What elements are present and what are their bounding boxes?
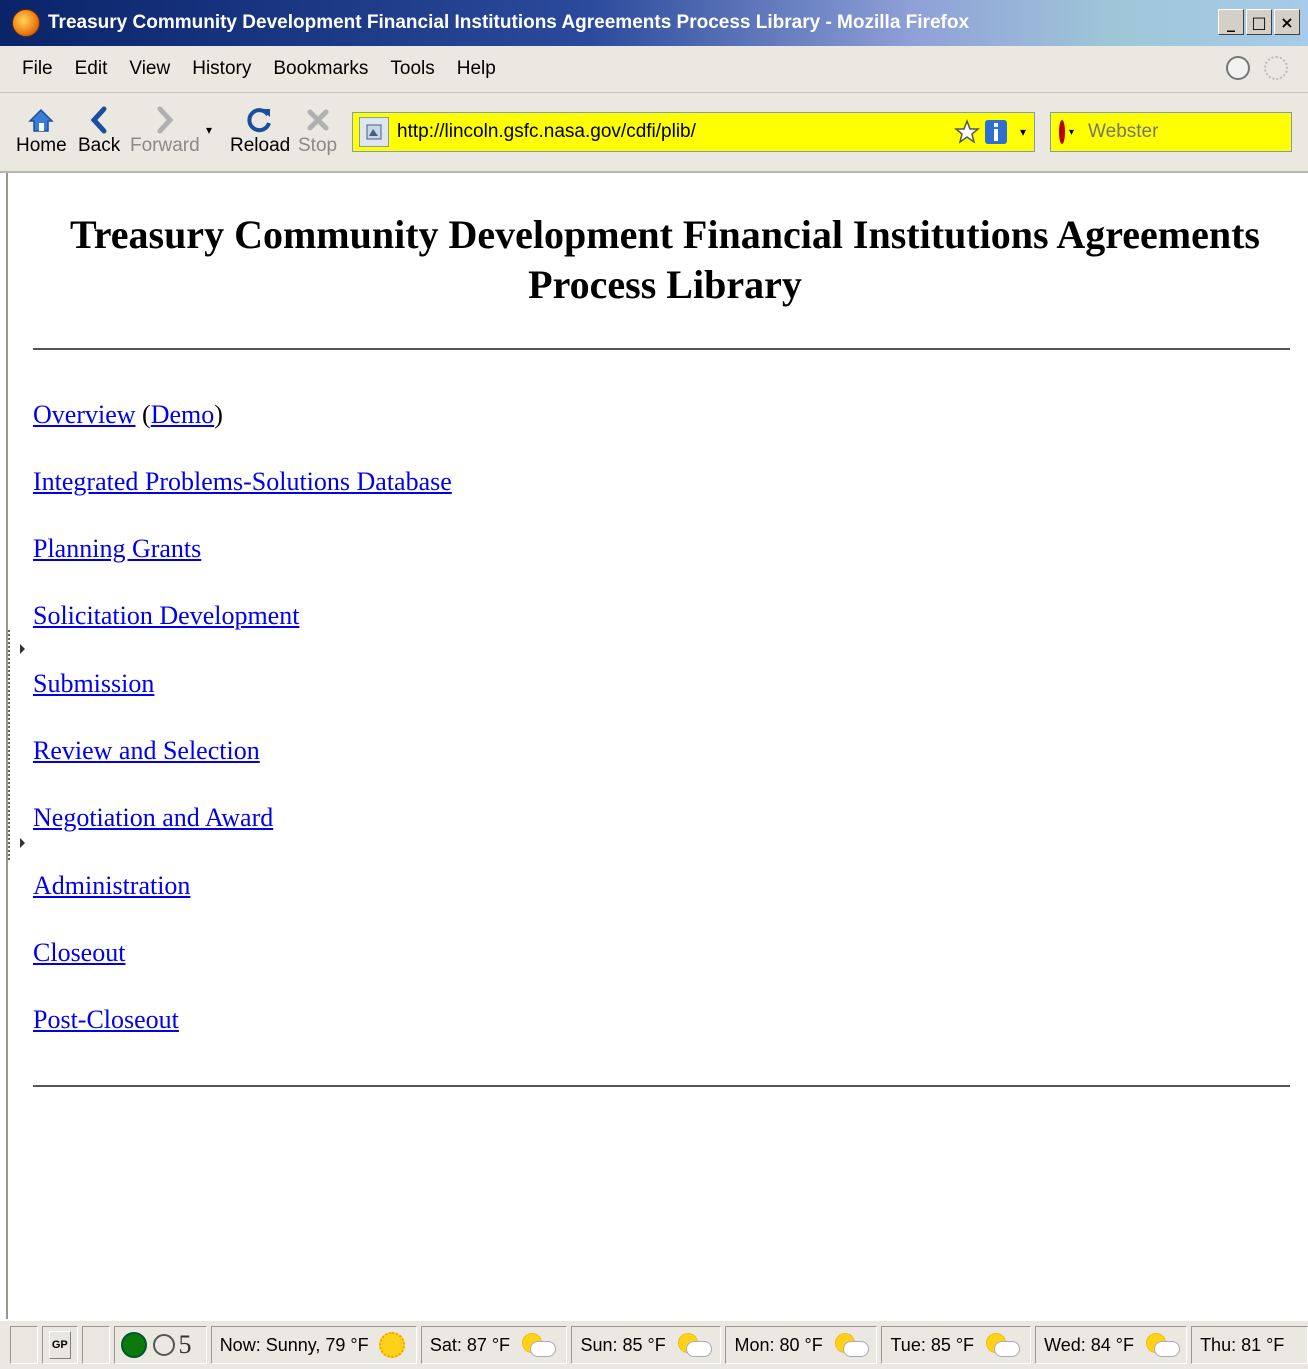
splitter-arrow-icon bbox=[20, 838, 25, 848]
search-input[interactable] bbox=[1088, 121, 1308, 143]
link-overview[interactable]: Overview bbox=[33, 400, 136, 429]
menu-bookmarks[interactable]: Bookmarks bbox=[273, 58, 368, 80]
partly-cloudy-icon bbox=[676, 1333, 712, 1357]
link-solicitation-development[interactable]: Solicitation Development bbox=[33, 601, 299, 631]
weather-now-label: Now: Sunny, 79 °F bbox=[219, 1334, 369, 1355]
history-dropdown-arrow[interactable]: ▾ bbox=[206, 123, 212, 137]
weather-mon[interactable]: Mon: 80 °F bbox=[725, 1326, 878, 1364]
weather-sat[interactable]: Sat: 87 °F bbox=[420, 1326, 568, 1364]
divider bbox=[33, 348, 1290, 350]
status-text-cell bbox=[10, 1326, 38, 1364]
home-icon bbox=[28, 108, 55, 132]
back-arrow-icon bbox=[90, 106, 107, 134]
sidebar-splitter[interactable] bbox=[8, 630, 25, 860]
forward-arrow-icon bbox=[157, 106, 174, 134]
back-button[interactable]: Back bbox=[78, 105, 120, 157]
menu-view[interactable]: View bbox=[129, 58, 170, 80]
back-label: Back bbox=[78, 135, 121, 156]
forward-button[interactable]: Forward bbox=[130, 105, 200, 157]
url-dropdown-arrow[interactable]: ▾ bbox=[1020, 125, 1026, 139]
menu-file[interactable]: File bbox=[22, 58, 53, 80]
weather-thu-label: Thu: 81 °F bbox=[1200, 1334, 1285, 1355]
weather-thu[interactable]: Thu: 81 °F bbox=[1191, 1326, 1308, 1364]
reload-label: Reload bbox=[230, 135, 291, 156]
site-favicon-icon[interactable] bbox=[359, 117, 389, 147]
menu-right-icons bbox=[1226, 56, 1288, 80]
minimize-button[interactable]: _ bbox=[1218, 9, 1244, 35]
weather-sat-label: Sat: 87 °F bbox=[429, 1334, 511, 1355]
clock-icon[interactable] bbox=[152, 1334, 175, 1356]
home-label: Home bbox=[16, 135, 67, 156]
weather-now[interactable]: Now: Sunny, 79 °F bbox=[210, 1326, 417, 1364]
link-planning-grants[interactable]: Planning Grants bbox=[33, 534, 201, 564]
window-titlebar: Treasury Community Development Financial… bbox=[0, 0, 1308, 46]
bookmark-star-icon[interactable] bbox=[953, 119, 980, 145]
stop-label: Stop bbox=[298, 135, 338, 156]
firefox-icon bbox=[12, 9, 40, 37]
info-icon[interactable] bbox=[984, 119, 1008, 145]
stop-icon bbox=[307, 109, 329, 131]
stop-button[interactable]: Stop bbox=[298, 105, 337, 157]
page-title: Treasury Community Development Financial… bbox=[70, 212, 1260, 307]
menu-history[interactable]: History bbox=[192, 58, 251, 80]
url-bar[interactable]: http://lincoln.gsfc.nasa.gov/cdfi/plib/ … bbox=[352, 112, 1035, 152]
forward-label: Forward bbox=[130, 135, 200, 156]
link-review-and-selection[interactable]: Review and Selection bbox=[33, 736, 260, 766]
weather-wed-label: Wed: 84 °F bbox=[1044, 1334, 1134, 1355]
link-negotiation-and-award[interactable]: Negotiation and Award bbox=[33, 803, 273, 833]
partly-cloudy-icon bbox=[833, 1333, 869, 1357]
link-closeout[interactable]: Closeout bbox=[33, 938, 125, 968]
addon-cell: 5 bbox=[113, 1326, 207, 1364]
search-bar[interactable]: ▾ bbox=[1050, 112, 1308, 152]
link-post-closeout[interactable]: Post-Closeout bbox=[33, 1005, 179, 1035]
url-bar-icons: ▾ bbox=[953, 119, 1026, 145]
partly-cloudy-icon bbox=[1144, 1333, 1180, 1357]
link-demo[interactable]: Demo bbox=[151, 400, 215, 429]
link-submission[interactable]: Submission bbox=[33, 669, 154, 699]
link-administration[interactable]: Administration bbox=[33, 871, 190, 901]
weather-tue[interactable]: Tue: 85 °F bbox=[881, 1326, 1032, 1364]
close-button[interactable]: × bbox=[1274, 9, 1300, 35]
weather-sun-label: Sun: 85 °F bbox=[580, 1334, 666, 1355]
window-controls: _ □ × bbox=[1218, 9, 1300, 35]
reload-button[interactable]: Reload bbox=[230, 105, 290, 157]
menu-edit[interactable]: Edit bbox=[75, 58, 108, 80]
count-badge: 5 bbox=[178, 1330, 192, 1359]
url-text[interactable]: http://lincoln.gsfc.nasa.gov/cdfi/plib/ bbox=[397, 121, 954, 143]
weather-wed[interactable]: Wed: 84 °F bbox=[1035, 1326, 1188, 1364]
menu-tools[interactable]: Tools bbox=[390, 58, 434, 80]
search-engine-dropdown-arrow[interactable]: ▾ bbox=[1069, 127, 1074, 138]
gp-cell: GP bbox=[41, 1326, 78, 1364]
weather-mon-label: Mon: 80 °F bbox=[734, 1334, 823, 1355]
paren-close: ) bbox=[214, 400, 223, 429]
status-globe-icon[interactable] bbox=[1226, 56, 1250, 80]
reload-icon bbox=[247, 108, 272, 133]
gp-button[interactable]: GP bbox=[48, 1331, 71, 1359]
menu-bar: File Edit View History Bookmarks Tools H… bbox=[0, 46, 1308, 93]
splitter-arrow-icon bbox=[20, 644, 25, 654]
weather-tue-label: Tue: 85 °F bbox=[890, 1334, 975, 1355]
window-title: Treasury Community Development Financial… bbox=[48, 12, 970, 33]
partly-cloudy-icon bbox=[984, 1333, 1021, 1357]
weather-sun[interactable]: Sun: 85 °F bbox=[571, 1326, 722, 1364]
throbber-icon bbox=[1264, 56, 1288, 80]
page-icon bbox=[366, 124, 382, 140]
maximize-button[interactable]: □ bbox=[1246, 9, 1272, 35]
paren-open: ( bbox=[142, 400, 151, 429]
overview-line: Overview (Demo) bbox=[33, 400, 223, 430]
green-status-icon[interactable] bbox=[120, 1332, 147, 1358]
divider bbox=[33, 1085, 1290, 1087]
blank-cell bbox=[81, 1326, 110, 1364]
menu-help[interactable]: Help bbox=[457, 58, 496, 80]
search-engine-icon[interactable] bbox=[1059, 120, 1065, 144]
sun-icon bbox=[378, 1332, 405, 1358]
status-bar: GP 5 Now: Sunny, 79 °F Sat: 87 °F Sun: 8… bbox=[0, 1320, 1308, 1369]
home-button[interactable]: Home bbox=[16, 105, 67, 157]
partly-cloudy-icon bbox=[520, 1333, 557, 1357]
link-integrated-problems-solutions-database[interactable]: Integrated Problems-Solutions Database bbox=[33, 467, 452, 497]
